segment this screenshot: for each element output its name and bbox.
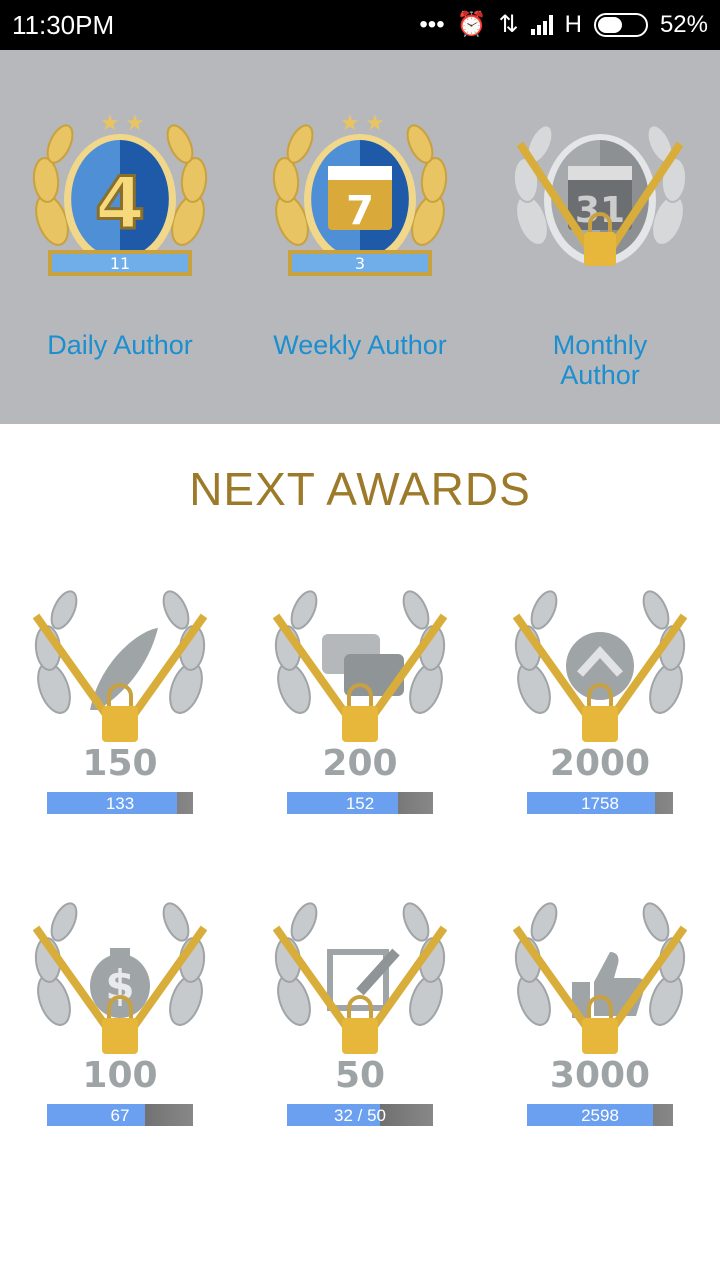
battery-percent: 52%	[659, 10, 708, 38]
money-bag-icon: $	[90, 948, 150, 1018]
svg-text:4: 4	[95, 161, 145, 245]
battery-icon	[593, 12, 648, 37]
award-monthly-author[interactable]: 31 Monthly Author	[480, 100, 720, 390]
progress-text: 152	[345, 794, 375, 813]
locked-award-badge	[512, 902, 688, 1054]
next-award-card[interactable]: 3000 2598	[480, 882, 720, 1126]
award-target: 3000	[549, 1055, 651, 1096]
alarm-icon: ⏰	[456, 11, 487, 38]
locked-award-badge	[272, 590, 448, 742]
award-weekly-author[interactable]: ★ ★ 7 3 Weekly Author	[240, 100, 480, 360]
next-award-card[interactable]: 150 133	[0, 570, 240, 814]
locked-award-badge: $	[32, 902, 208, 1054]
padlock-icon	[582, 706, 618, 742]
padlock-icon	[582, 1018, 618, 1054]
network-type: H	[564, 10, 582, 38]
locked-award-badge	[512, 590, 688, 742]
padlock-icon	[102, 1018, 138, 1054]
thumbs-up-icon	[572, 952, 645, 1018]
award-progress-bar: 152	[287, 792, 433, 814]
next-award-card[interactable]: 200 152	[240, 570, 480, 814]
progress-text: 133	[105, 794, 135, 813]
award-target: 50	[334, 1055, 386, 1096]
next-award-card[interactable]: 50 32 / 50	[240, 882, 480, 1126]
award-target: 100	[82, 1055, 158, 1096]
svg-text:7: 7	[346, 188, 374, 234]
svg-text:★: ★	[365, 111, 385, 136]
status-icons: ••• ⏰ ⇅ H 52%	[419, 10, 708, 39]
progress-text: 67	[110, 1106, 130, 1125]
locked-award-badge	[32, 590, 208, 742]
award-target: 2000	[549, 743, 651, 784]
award-label: Daily Author	[47, 330, 193, 360]
award-progress-bar: 2598	[527, 1104, 673, 1126]
svg-text:31: 31	[575, 190, 625, 231]
svg-text:★: ★	[340, 111, 360, 136]
next-award-card[interactable]: 2000 1758	[480, 570, 720, 814]
svg-text:★: ★	[125, 111, 145, 136]
edit-icon	[327, 948, 400, 1011]
award-progress-bar: 133	[47, 792, 193, 814]
daily-author-badge-icon: ★ ★ 4 11	[32, 111, 208, 276]
status-bar: 11:30PM ••• ⏰ ⇅ H 52%	[0, 0, 720, 50]
award-label: Weekly Author	[273, 330, 447, 360]
monthly-author-locked-badge-icon: 31	[512, 124, 688, 266]
progress-text: 1758	[581, 794, 619, 813]
next-award-card[interactable]: $100 67	[0, 882, 240, 1126]
svg-text:★: ★	[100, 111, 120, 136]
progress-text: 2598	[581, 1106, 619, 1125]
award-label: Monthly Author	[552, 330, 648, 390]
padlock-icon	[342, 706, 378, 742]
award-progress-bar: 32 / 50	[287, 1104, 433, 1126]
award-target: 200	[322, 743, 398, 784]
signal-icon	[530, 14, 553, 35]
status-time: 11:30PM	[12, 10, 115, 40]
weekly-author-badge-icon: ★ ★ 7 3	[272, 111, 448, 276]
next-awards-title: NEXT AWARDS	[189, 463, 531, 515]
upvote-icon	[566, 632, 634, 700]
award-progress-bar: 67	[47, 1104, 193, 1126]
award-progress-bar: 1758	[527, 792, 673, 814]
padlock-icon	[342, 1018, 378, 1054]
award-daily-author[interactable]: ★ ★ 4 11 Daily Author	[0, 100, 240, 360]
earned-awards-panel: ★ ★ 4 11 Daily Author ★ ★ 7 3 Weekly Aut…	[0, 50, 720, 424]
progress-text: 32 / 50	[334, 1106, 386, 1125]
padlock-icon	[102, 706, 138, 742]
svg-text:11: 11	[110, 254, 130, 273]
award-target: 150	[82, 743, 158, 784]
more-dots-icon: •••	[419, 10, 445, 38]
data-transfer-icon: ⇅	[498, 11, 519, 38]
locked-award-badge	[272, 902, 448, 1054]
svg-text:3: 3	[355, 254, 365, 273]
